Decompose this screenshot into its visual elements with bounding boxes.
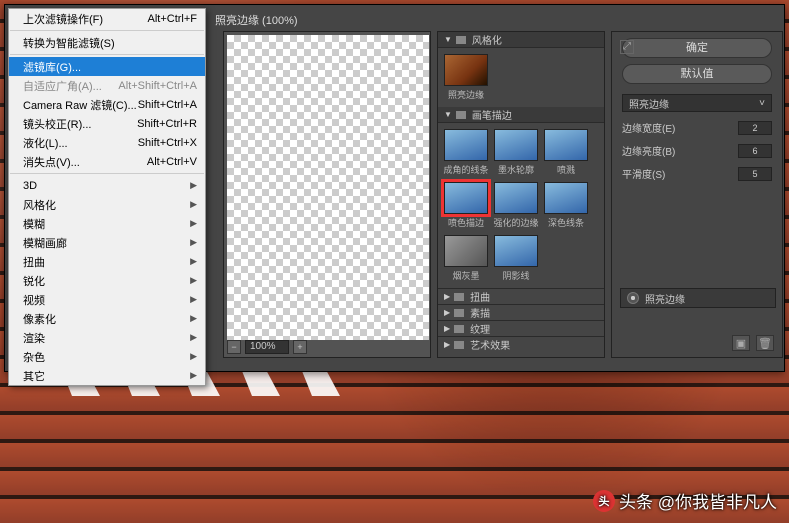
submenu-arrow-icon: ▶: [190, 218, 197, 229]
delete-layer-button[interactable]: 🗑: [756, 335, 774, 351]
menu-group-pixelate[interactable]: 像素化▶: [9, 309, 205, 328]
menu-last-filter[interactable]: 上次滤镜操作(F)Alt+Ctrl+F: [9, 9, 205, 28]
chevron-down-icon: ˅: [759, 98, 765, 109]
submenu-arrow-icon: ▶: [190, 180, 197, 191]
menu-liquify[interactable]: 液化(L)...Shift+Ctrl+X: [9, 133, 205, 152]
expand-icon[interactable]: ⤢: [620, 40, 634, 54]
menu-group-sharpen[interactable]: 锐化▶: [9, 271, 205, 290]
triangle-down-icon: ▼: [444, 35, 452, 44]
thumb-sprayed-strokes[interactable]: 喷色描边: [444, 182, 488, 229]
submenu-arrow-icon: ▶: [190, 199, 197, 210]
menu-group-video[interactable]: 视频▶: [9, 290, 205, 309]
menu-group-stylize[interactable]: 风格化▶: [9, 195, 205, 214]
window-title: 照亮边缘 (100%): [215, 12, 298, 28]
menu-lens-correction[interactable]: 镜头校正(R)...Shift+Ctrl+R: [9, 114, 205, 133]
submenu-arrow-icon: ▶: [190, 332, 197, 343]
folder-icon: [454, 341, 464, 349]
edge-width-value[interactable]: 2: [738, 121, 772, 135]
layer-tools: ▣ 🗑: [732, 335, 774, 351]
menu-group-distort[interactable]: 扭曲▶: [9, 252, 205, 271]
param-edge-width[interactable]: 边缘宽度(E)2: [612, 116, 782, 139]
triangle-right-icon: ▶: [444, 292, 450, 301]
watermark-logo-icon: 头: [593, 490, 615, 512]
category-texture[interactable]: ▶纹理: [438, 320, 604, 336]
thumb-glowing-edges[interactable]: 照亮边缘: [444, 54, 488, 101]
thumb-ink-outlines[interactable]: 墨水轮廓: [494, 129, 538, 176]
submenu-arrow-icon: ▶: [190, 313, 197, 324]
menu-group-3d[interactable]: 3D▶: [9, 176, 205, 195]
preview-canvas[interactable]: [227, 35, 429, 340]
submenu-arrow-icon: ▶: [190, 256, 197, 267]
category-sketch[interactable]: ▶素描: [438, 304, 604, 320]
folder-icon: [456, 36, 466, 44]
menu-adaptive-wide[interactable]: 自适应广角(A)...Alt+Shift+Ctrl+A: [9, 76, 205, 95]
filter-menu: 上次滤镜操作(F)Alt+Ctrl+F 转换为智能滤镜(S) 滤镜库(G)...…: [8, 8, 206, 386]
thumb-dark-strokes[interactable]: 深色线条: [544, 182, 588, 229]
thumb-spatter[interactable]: 喷溅: [544, 129, 588, 176]
zoom-in-button[interactable]: +: [293, 340, 307, 354]
category-distort[interactable]: ▶扭曲: [438, 288, 604, 304]
triangle-right-icon: ▶: [444, 340, 450, 349]
effect-layer-row[interactable]: 照亮边缘: [620, 288, 776, 308]
menu-group-render[interactable]: 渲染▶: [9, 328, 205, 347]
menu-filter-gallery[interactable]: 滤镜库(G)...: [9, 57, 205, 76]
settings-panel: ⤢ 确定 默认值 照亮边缘˅ 边缘宽度(E)2 边缘亮度(B)6 平滑度(S)5…: [611, 31, 783, 358]
effect-dropdown[interactable]: 照亮边缘˅: [622, 94, 772, 112]
folder-icon: [454, 309, 464, 317]
param-smoothness[interactable]: 平滑度(S)5: [612, 162, 782, 185]
menu-separator: [10, 54, 204, 55]
zoom-readout[interactable]: 100%: [245, 340, 289, 354]
menu-camera-raw[interactable]: Camera Raw 滤镜(C)...Shift+Ctrl+A: [9, 95, 205, 114]
submenu-arrow-icon: ▶: [190, 294, 197, 305]
folder-icon: [454, 325, 464, 333]
smoothness-value[interactable]: 5: [738, 167, 772, 181]
preview-toolbar: − 100% +: [227, 339, 429, 355]
category-brush-strokes[interactable]: ▼画笔描边: [438, 107, 604, 123]
watermark: 头 头条 @你我皆非凡人: [593, 488, 777, 513]
thumb-accented-edges[interactable]: 强化的边缘: [494, 182, 538, 229]
submenu-arrow-icon: ▶: [190, 351, 197, 362]
submenu-arrow-icon: ▶: [190, 237, 197, 248]
folder-icon: [456, 111, 466, 119]
zoom-out-button[interactable]: −: [227, 340, 241, 354]
category-stylize[interactable]: ▼风格化: [438, 32, 604, 48]
triangle-right-icon: ▶: [444, 324, 450, 333]
triangle-right-icon: ▶: [444, 308, 450, 317]
filter-categories: ▼风格化 照亮边缘 ▼画笔描边 成角的线条 墨水轮廓 喷溅 喷色描边 强化的边缘…: [437, 31, 605, 358]
menu-group-blur-gallery[interactable]: 模糊画廊▶: [9, 233, 205, 252]
thumb-crosshatch[interactable]: 阴影线: [494, 235, 538, 282]
menu-group-blur[interactable]: 模糊▶: [9, 214, 205, 233]
category-artistic[interactable]: ▶艺术效果: [438, 336, 604, 352]
new-layer-button[interactable]: ▣: [732, 335, 750, 351]
preview-pane: − 100% +: [223, 31, 431, 358]
triangle-down-icon: ▼: [444, 110, 452, 119]
ok-button[interactable]: 确定: [622, 38, 772, 58]
default-button[interactable]: 默认值: [622, 64, 772, 84]
thumb-angled-strokes[interactable]: 成角的线条: [444, 129, 488, 176]
thumb-sumi-e[interactable]: 烟灰墨: [444, 235, 488, 282]
menu-group-noise[interactable]: 杂色▶: [9, 347, 205, 366]
submenu-arrow-icon: ▶: [190, 370, 197, 381]
menu-group-other[interactable]: 其它▶: [9, 366, 205, 385]
submenu-arrow-icon: ▶: [190, 275, 197, 286]
edge-brightness-value[interactable]: 6: [738, 144, 772, 158]
folder-icon: [454, 293, 464, 301]
visibility-icon[interactable]: [627, 292, 639, 304]
menu-separator: [10, 30, 204, 31]
menu-convert-smart[interactable]: 转换为智能滤镜(S): [9, 33, 205, 52]
menu-separator: [10, 173, 204, 174]
menu-vanishing-point[interactable]: 消失点(V)...Alt+Ctrl+V: [9, 152, 205, 171]
param-edge-brightness[interactable]: 边缘亮度(B)6: [612, 139, 782, 162]
